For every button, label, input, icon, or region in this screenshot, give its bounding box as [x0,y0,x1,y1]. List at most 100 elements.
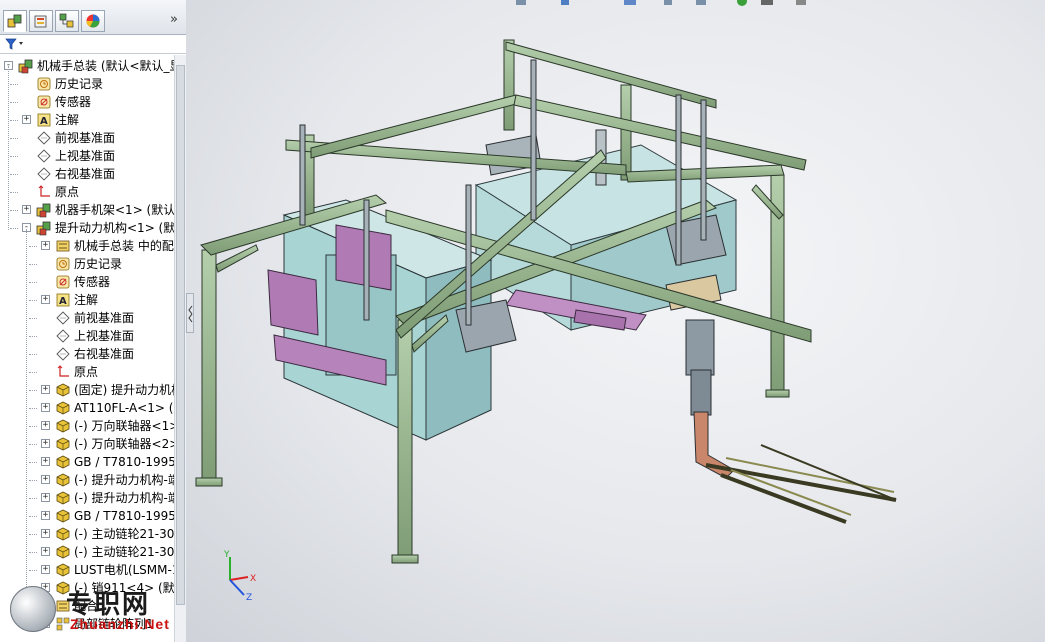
tree-connector [10,84,18,85]
expand-toggle[interactable]: + [22,115,31,124]
tab-configuration-manager[interactable] [55,10,79,32]
plane-icon [56,329,70,343]
expand-toggle[interactable]: + [41,403,50,412]
scrollbar-thumb[interactable] [176,65,185,605]
tree-item[interactable]: 前视基准面 [0,129,174,147]
tree-connector [10,138,18,139]
plane-icon [56,311,70,325]
tree-item[interactable]: 原点 [0,183,174,201]
tree-item[interactable]: + 机器手机架<1> (默认<显 [0,201,174,219]
mates-icon [56,240,70,252]
part-icon [56,563,70,577]
lift-column [685,319,897,524]
tree-item[interactable]: 传感器 [0,93,174,111]
tree-item-label: 注解 [55,113,80,127]
tree-item-label: (-) 提升动力机构-端部 [74,473,174,487]
tree-item-label: 机械手总装 (默认<默认_显示 [37,59,174,73]
tree-item-label: 原点 [55,185,80,199]
tree-item[interactable]: 右视基准面 [0,165,174,183]
expand-toggle[interactable]: + [41,439,50,448]
tree-connector [29,516,37,517]
tree-item-label: GB / T7810-1995带 [74,509,174,523]
plane-icon [37,167,51,181]
property-icon [34,15,47,28]
expand-toggle[interactable]: + [41,457,50,466]
tree-connector [10,156,18,157]
tree-item[interactable]: 历史记录 [0,75,174,93]
part-icon [56,455,70,469]
filter-bar [0,35,186,54]
tree-item-label: 机械手总装 中的配合 [74,239,174,253]
graphics-viewport[interactable]: Y X Z [186,0,1045,642]
tree-item-label: (-) 万向联轴器<1> ( [74,419,174,433]
tree-item-label: (固定) 提升动力机构- [74,383,174,397]
tree-connector [29,480,37,481]
tree-item-label: GB / T7810-1995带 [74,455,174,469]
expand-toggle[interactable]: + [41,529,50,538]
heads-up-toolbar[interactable] [516,0,806,6]
tree-connector [29,354,37,355]
tree-connector [29,390,37,391]
svg-text:A: A [59,296,67,307]
tree-item-label: 前视基准面 [74,311,135,325]
more-tabs-button[interactable]: » [170,12,178,27]
tree-item-label: 历史记录 [55,77,104,91]
tree-connector [10,102,18,103]
tree-connector [10,120,18,121]
tab-property-manager[interactable] [29,10,53,32]
tree-connector [29,318,37,319]
tree-item-label: 机器手机架<1> (默认<显 [55,203,174,217]
feature-manager-panel: » -机械手总装 (默认<默认_显示历史记录传感器+A注解前视基准面上视基准面右… [0,0,187,642]
part-icon [56,527,70,541]
expand-toggle[interactable]: + [41,421,50,430]
expand-toggle[interactable]: + [41,493,50,502]
tab-feature-manager[interactable] [3,10,27,32]
tab-display-manager[interactable] [81,10,105,32]
origin-icon [57,365,69,377]
part-icon [56,509,70,523]
expand-toggle[interactable]: + [41,511,50,520]
tree-item[interactable]: -机械手总装 (默认<默认_显示 [0,57,174,75]
filter-icon[interactable] [5,37,27,51]
tree-item-label: 右视基准面 [74,347,135,361]
tree-connector [10,192,18,193]
tree-connector [29,336,37,337]
tree-item-label: (-) 主动链轮21-30-20 [74,545,174,559]
part-icon [56,473,70,487]
tree-item-label: (-) 主动链轮21-30-20 [74,527,174,541]
expand-toggle[interactable]: + [41,241,50,250]
tree-guide-line [26,229,27,625]
expand-toggle[interactable]: + [41,565,50,574]
tree-connector [10,174,18,175]
annotation-icon: A [37,113,51,127]
tree-item-label: 提升动力机构<1> (默认 [55,221,174,235]
tree-item-label: LUST电机(LSMM-13 [74,563,174,577]
tree-item[interactable]: + A 注解 [0,111,174,129]
tree-connector [29,264,37,265]
triad-x-label: X [250,574,256,584]
tree-item-label: 右视基准面 [55,167,116,181]
panel-collapse-handle[interactable] [186,293,194,333]
expand-toggle[interactable]: + [41,547,50,556]
tree-connector [29,462,37,463]
assembly-icon [36,203,51,218]
expand-toggle[interactable]: + [41,475,50,484]
expand-toggle[interactable]: + [41,295,50,304]
expand-toggle[interactable]: + [22,205,31,214]
tree-item[interactable]: 上视基准面 [0,147,174,165]
part-icon [56,419,70,433]
expand-toggle[interactable]: + [41,385,50,394]
tree-item-label: 传感器 [74,275,111,289]
tree-item-label: 注解 [74,293,99,307]
triad-z-label: Z [246,593,252,603]
watermark-text-en: Zhuanzhi.Net [70,616,170,632]
assembly-model[interactable]: Y X Z [186,0,1045,642]
assembly-icon [36,221,51,236]
tree-item-label: 上视基准面 [74,329,135,343]
plane-icon [37,131,51,145]
tree-connector [29,498,37,499]
plane-icon [37,149,51,163]
assembly-icon [7,14,22,28]
tree-connector [29,246,37,247]
tree-item-label: (-) 万向联轴器<2> ( [74,437,174,451]
